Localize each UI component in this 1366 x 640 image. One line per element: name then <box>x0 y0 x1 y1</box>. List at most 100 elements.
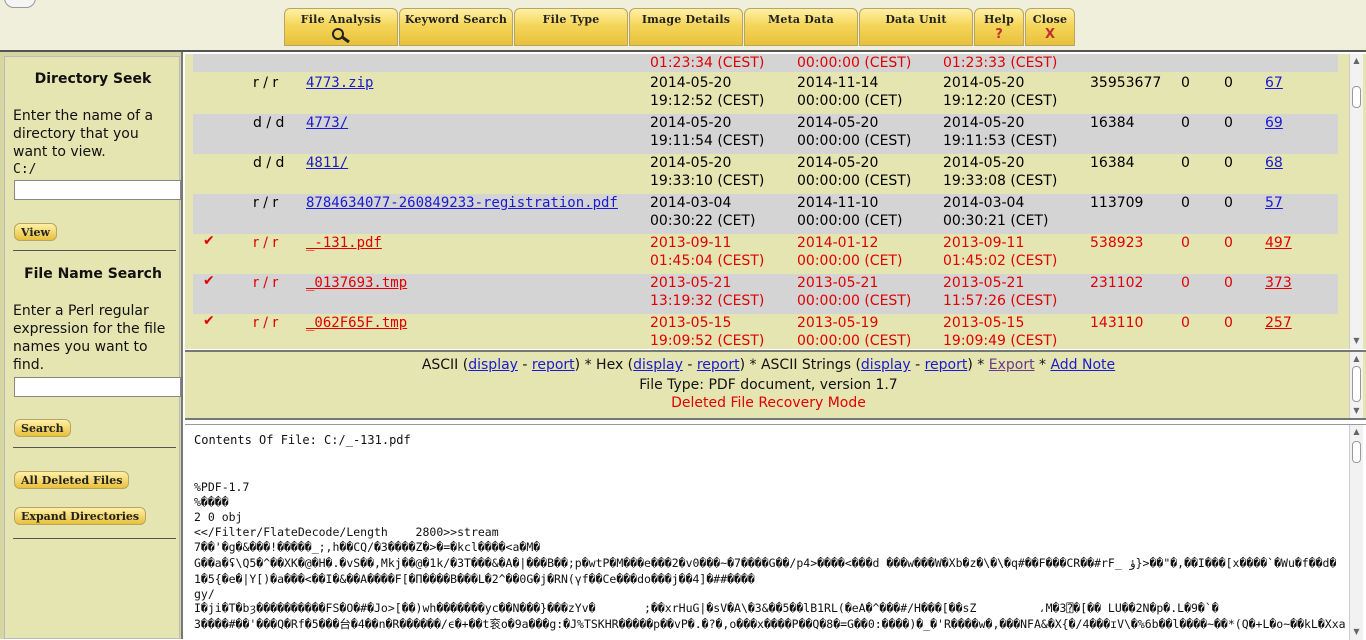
scroll-down-icon[interactable]: ▼ <box>1352 336 1361 345</box>
scroll-up-icon[interactable]: ▲ <box>1352 354 1361 363</box>
mode-tabs: File Analysis Keyword Search File Type I… <box>284 8 1076 46</box>
hex-display-link[interactable]: display <box>633 357 683 373</box>
created-time: 19:12:20 (CEST) <box>943 93 1058 109</box>
strings-display-link[interactable]: display <box>861 357 911 373</box>
tab-close[interactable]: Close X <box>1025 8 1075 46</box>
ascii-report-link[interactable]: report <box>532 357 575 373</box>
ascii-display-link[interactable]: display <box>468 357 518 373</box>
scroll-down-icon[interactable]: ▼ <box>1352 406 1361 415</box>
content-line: %���� <box>194 495 229 509</box>
add-note-link[interactable]: Add Note <box>1050 357 1115 373</box>
scroll-thumb[interactable] <box>1352 86 1361 108</box>
scroll-up-icon[interactable]: ▲ <box>1352 56 1361 65</box>
search-button[interactable]: Search <box>14 419 71 437</box>
deleted-check-icon: ✔ <box>203 233 215 249</box>
tab-data-unit[interactable]: Data Unit <box>859 8 973 46</box>
tab-label: Image Details <box>641 13 731 26</box>
content-line: G��a�ʢ\Q5�^��XK�@�H�.�vS��,Mkj��@�1k/�3T… <box>194 556 1337 570</box>
file-name-link[interactable]: _062F65F.tmp <box>306 314 407 332</box>
file-name-link[interactable]: 8784634077-260849233-registration.pdf <box>306 194 618 212</box>
file-type: r / r <box>253 195 279 211</box>
file-size: 113709 <box>1090 195 1144 211</box>
accessed-date: 2013-05-19 <box>797 315 879 331</box>
file-name-input[interactable] <box>14 377 181 397</box>
tab-keyword-search[interactable]: Keyword Search <box>399 8 513 46</box>
directory-input[interactable] <box>14 180 181 200</box>
scroll-up-icon[interactable]: ▲ <box>1352 427 1361 436</box>
file-name-link[interactable]: _0137693.tmp <box>306 274 407 292</box>
written-date: 2013-09-11 <box>650 235 732 251</box>
table-row[interactable]: 4773/d / d 2014-05-20 19:11:54 (CEST) 2014-… <box>193 114 1338 154</box>
scroll-down-icon[interactable]: ▼ <box>1352 627 1361 636</box>
meta-link[interactable]: 497 <box>1265 234 1292 252</box>
table-row[interactable]: 4811/d / d 2014-05-20 19:33:10 (CEST) 2014-… <box>193 154 1338 194</box>
deleted-check-icon: ✔ <box>203 273 215 289</box>
table-row[interactable]: 8784634077-260849233-registration.pdf r /… <box>193 194 1338 234</box>
meta-link[interactable]: 68 <box>1265 154 1283 172</box>
contents-header: Contents Of File: C:/_-131.pdf <box>194 433 411 447</box>
created-date: 2014-03-04 <box>943 195 1025 211</box>
table-row[interactable]: 01:23:34 (CEST) 00:00:00 (CEST) 01:23:33… <box>193 54 1338 72</box>
all-deleted-files-button[interactable]: All Deleted Files <box>14 471 130 489</box>
accessed-date: 2014-05-20 <box>797 115 879 131</box>
created-date: 2013-09-11 <box>943 235 1025 251</box>
created-time: 00:30:21 (CET) <box>943 213 1049 229</box>
written-time: 01:23:34 (CEST) <box>650 55 765 71</box>
scroll-thumb[interactable] <box>1352 366 1361 402</box>
created-date: 2014-05-20 <box>943 155 1025 171</box>
meta-link[interactable]: 373 <box>1265 274 1292 292</box>
tab-meta-data[interactable]: Meta Data <box>744 8 858 46</box>
contents-scrollbar[interactable]: ▲ ▼ <box>1349 425 1363 640</box>
written-time: 01:45:04 (CEST) <box>650 253 765 269</box>
file-name-link[interactable]: 4773/ <box>306 114 348 132</box>
file-type: d / d <box>253 155 285 171</box>
expand-directories-button[interactable]: Expand Directories <box>14 507 147 525</box>
hex-report-link[interactable]: report <box>697 357 740 373</box>
file-name-link[interactable]: 4773.zip <box>306 74 373 92</box>
file-name-link[interactable]: _-131.pdf <box>306 234 382 252</box>
created-time: 01:23:33 (CEST) <box>943 55 1058 71</box>
written-date: 2013-05-15 <box>650 315 732 331</box>
meta-link[interactable]: 69 <box>1265 114 1283 132</box>
written-date: 2014-03-04 <box>650 195 732 211</box>
table-row[interactable]: ✔ _062F65F.tmp r / r 2013-05-15 19:09:52 (CE… <box>193 313 1338 349</box>
meta-link[interactable]: 57 <box>1265 194 1283 212</box>
written-date: 2014-05-20 <box>650 75 732 91</box>
created-time: 19:09:49 (CEST) <box>943 333 1058 349</box>
created-time: 19:11:53 (CEST) <box>943 133 1058 149</box>
uid: 0 <box>1181 315 1190 331</box>
view-options: ASCII (display - report) * Hex (display … <box>421 357 1116 373</box>
tab-image-details[interactable]: Image Details <box>629 8 743 46</box>
close-icon: X <box>1044 27 1056 42</box>
tab-label: Close <box>1032 13 1068 26</box>
table-row[interactable]: ✔ _0137693.tmp r / r 2013-05-21 13:19:32 (CE… <box>193 273 1338 314</box>
tab-label: Meta Data <box>768 13 834 26</box>
accessed-time: 00:00:00 (CEST) <box>797 55 912 71</box>
export-link[interactable]: Export <box>989 357 1035 373</box>
window-control[interactable] <box>4 0 36 8</box>
table-row[interactable]: 4773.zip r / r 2014-05-20 19:12:52 (CEST) 20… <box>193 74 1338 114</box>
question-icon: ? <box>995 27 1003 42</box>
tab-label: Data Unit <box>885 13 947 26</box>
deleted-check-icon: ✔ <box>203 313 215 329</box>
info-scrollbar[interactable]: ▲ ▼ <box>1349 352 1363 418</box>
table-row[interactable]: ✔ _-131.pdf r / r 2013-09-11 01:45:04 (CEST)… <box>193 233 1338 274</box>
file-name-link[interactable]: 4811/ <box>306 154 348 172</box>
strings-report-link[interactable]: report <box>925 357 968 373</box>
accessed-time: 00:00:00 (CEST) <box>797 293 912 309</box>
tab-label: Help <box>983 13 1015 26</box>
meta-link[interactable]: 257 <box>1265 314 1292 332</box>
accessed-time: 00:00:00 (CEST) <box>797 173 912 189</box>
written-time: 19:33:10 (CEST) <box>650 173 765 189</box>
scroll-thumb[interactable] <box>1352 441 1361 463</box>
written-time: 19:11:54 (CEST) <box>650 133 765 149</box>
accessed-time: 00:00:00 (CET) <box>797 253 903 269</box>
view-button[interactable]: View <box>14 223 57 241</box>
created-date: 2013-05-21 <box>943 275 1025 291</box>
meta-link[interactable]: 67 <box>1265 74 1283 92</box>
file-list-scrollbar[interactable]: ▲ ▼ <box>1349 54 1363 349</box>
tab-file-analysis[interactable]: File Analysis <box>284 8 398 46</box>
hex-label: Hex <box>596 357 624 373</box>
tab-help[interactable]: Help ? <box>974 8 1024 46</box>
tab-file-type[interactable]: File Type <box>514 8 628 46</box>
